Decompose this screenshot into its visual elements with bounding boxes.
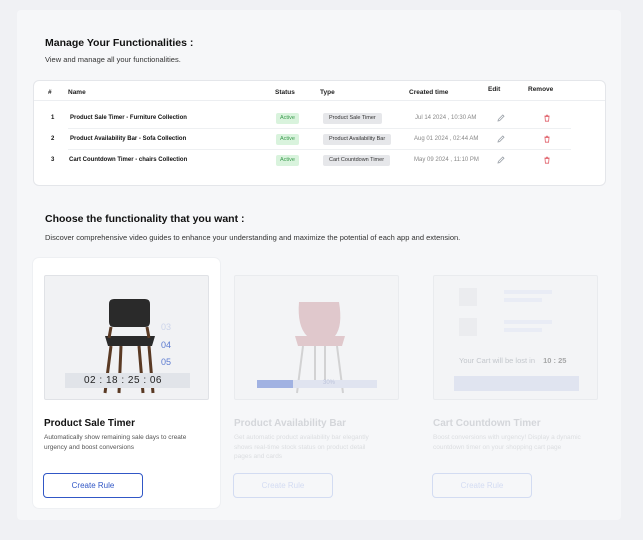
cart-item-line — [504, 320, 552, 324]
roll-digit: 04 — [161, 340, 172, 350]
row-created: Aug 01 2024 , 02:44 AM — [414, 136, 479, 142]
functionalities-title: Manage Your Functionalities : — [45, 37, 194, 49]
edit-icon[interactable] — [496, 155, 506, 165]
sale-timer-preview: 03 04 05 02 : 18 : 25 : 06 — [44, 275, 209, 400]
row-name: Product Availability Bar - Sofa Collecti… — [70, 136, 187, 142]
functionalities-subtitle: View and manage all your functionalities… — [45, 55, 181, 64]
col-num: # — [48, 89, 52, 96]
choose-title: Choose the functionality that you want : — [45, 213, 245, 225]
table-row: 2 Product Availability Bar - Sofa Collec… — [34, 130, 605, 150]
delete-icon[interactable] — [542, 155, 552, 165]
cart-countdown-text: Your Cart will be lost in 10 : 25 — [459, 356, 566, 365]
cart-countdown-label: Your Cart will be lost in — [459, 356, 536, 365]
col-type: Type — [320, 89, 335, 96]
timer-text: 02 : 18 : 25 : 06 — [84, 375, 162, 386]
availability-preview: 30% — [234, 275, 399, 400]
col-name: Name — [68, 89, 86, 96]
card-description: Boost conversions with urgency! Display … — [433, 434, 581, 451]
cart-countdown-preview: Your Cart will be lost in 10 : 25 — [433, 275, 598, 400]
status-badge: Active — [276, 155, 299, 166]
row-created: May 09 2024 , 11:10 PM — [414, 157, 479, 163]
type-badge: Product Availability Bar — [323, 134, 392, 145]
card-title: Product Availability Bar — [234, 418, 347, 429]
cart-item-line — [504, 290, 552, 294]
create-rule-button[interactable]: Create Rule — [43, 473, 143, 498]
card-description: Get automatic product availability bar e… — [234, 434, 369, 460]
col-status: Status — [275, 89, 295, 96]
roll-digit: 03 — [161, 322, 172, 332]
functionalities-table: # Name Status Type Created time Edit Rem… — [33, 80, 606, 186]
card-cart-countdown-timer[interactable]: Your Cart will be lost in 10 : 25 Cart C… — [422, 258, 609, 508]
availability-bar-label: 30% — [323, 380, 336, 386]
col-created: Created time — [409, 89, 449, 96]
status-badge: Active — [276, 134, 299, 145]
availability-bar-track — [257, 380, 377, 388]
status-badge: Active — [276, 113, 299, 124]
cart-item-line — [504, 298, 542, 302]
delete-icon[interactable] — [542, 113, 552, 123]
cart-countdown-time: 10 : 25 — [543, 356, 567, 365]
row-divider — [68, 128, 571, 129]
roll-digit: 05 — [161, 357, 172, 367]
card-title: Product Sale Timer — [44, 418, 135, 429]
card-title: Cart Countdown Timer — [433, 418, 541, 429]
card-product-availability-bar[interactable]: 30% Product Availability Bar Get automat… — [223, 258, 410, 508]
choose-subtitle: Discover comprehensive video guides to e… — [45, 233, 461, 242]
create-rule-button[interactable]: Create Rule — [233, 473, 333, 498]
col-edit: Edit — [488, 86, 501, 93]
col-remove: Remove — [528, 86, 554, 93]
card-product-sale-timer[interactable]: 03 04 05 02 : 18 : 25 : 06 Product Sale … — [33, 258, 220, 508]
delete-icon[interactable] — [542, 134, 552, 144]
type-badge: Product Sale Timer — [323, 113, 382, 124]
edit-icon[interactable] — [496, 113, 506, 123]
header-divider — [34, 100, 605, 101]
create-rule-button[interactable]: Create Rule — [432, 473, 532, 498]
row-divider — [68, 149, 571, 150]
availability-bar-fill — [257, 380, 293, 388]
edit-icon[interactable] — [496, 134, 506, 144]
row-num: 3 — [51, 157, 55, 163]
card-description: Automatically show remaining sale days t… — [44, 434, 187, 451]
cart-countdown-bar — [454, 376, 579, 391]
row-num: 2 — [51, 136, 55, 142]
table-row: 1 Product Sale Timer - Furniture Collect… — [34, 109, 605, 129]
row-name: Cart Countdown Timer - chairs Collection — [69, 157, 188, 163]
cart-item-line — [504, 328, 542, 332]
row-created: Jul 14 2024 , 10:30 AM — [415, 115, 477, 121]
type-badge: Cart Countdown Timer — [323, 155, 391, 166]
row-num: 1 — [51, 115, 55, 121]
table-row: 3 Cart Countdown Timer - chairs Collecti… — [34, 151, 605, 171]
cart-item-thumb — [459, 288, 477, 306]
row-name: Product Sale Timer - Furniture Collectio… — [70, 115, 187, 121]
cart-item-thumb — [459, 318, 477, 336]
